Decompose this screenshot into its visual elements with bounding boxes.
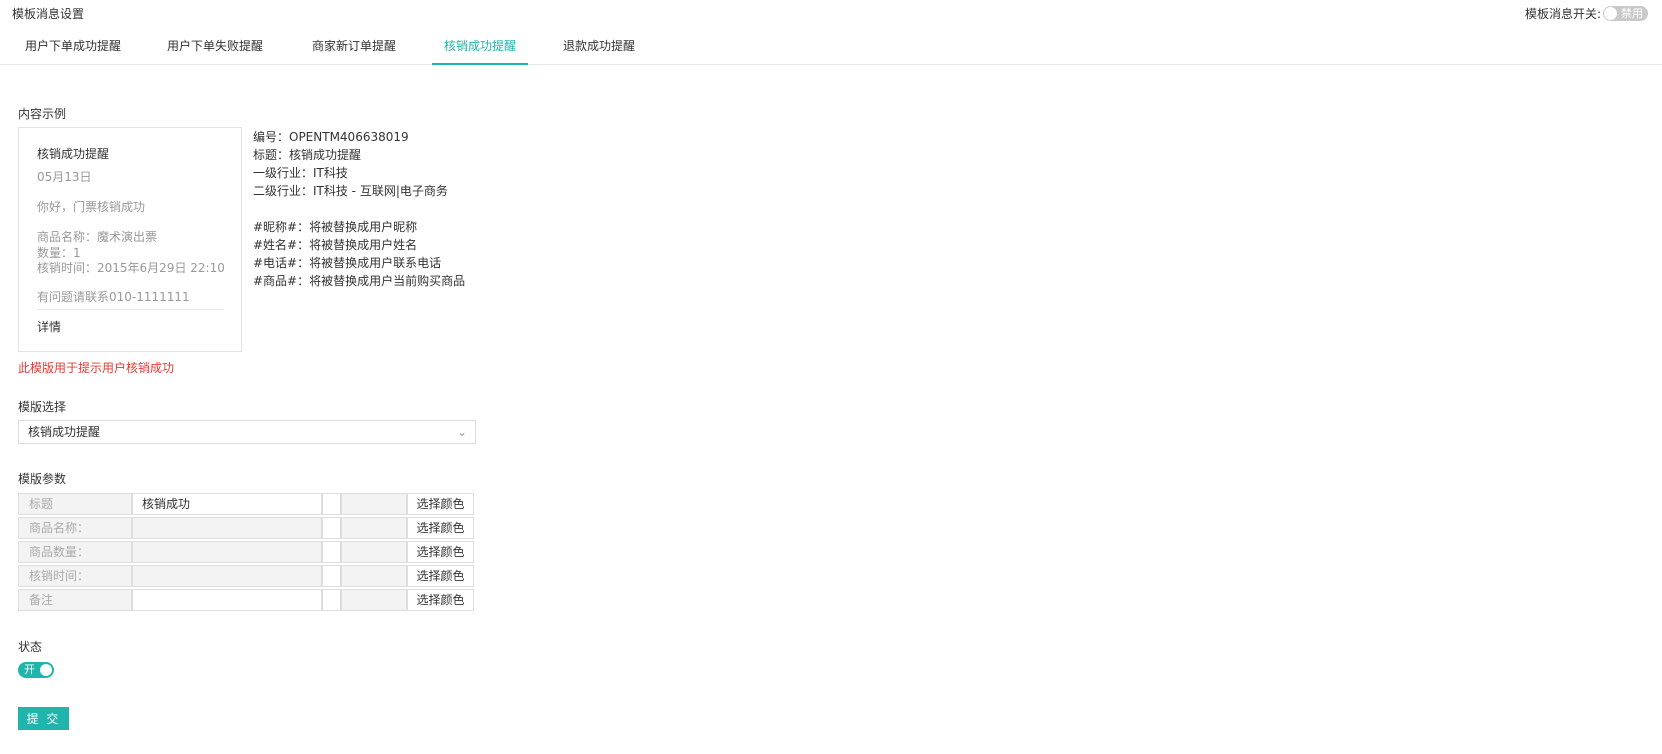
param-color-field [341,565,407,587]
param-color-field [341,517,407,539]
template-select-label: 模版选择 [18,400,67,414]
preview-greeting: 你好，门票核销成功 [37,200,146,214]
param-name: 商品名称： [18,517,132,539]
param-value-input [132,517,322,539]
content-example-label: 内容示例 [18,107,67,121]
param-color-swatch [322,565,341,587]
param-name: 备注 [18,589,132,611]
template-warning: 此模版用于提示用户核销成功 [18,361,175,375]
info-var-phone: #电话#：将被替换成用户联系电话 [253,256,442,270]
preview-time: 核销时间：2015年6月29日 22:10 [37,261,225,275]
submit-button[interactable]: 提 交 [18,707,69,730]
preview-contact: 有问题请联系010-1111111 [37,290,190,304]
param-name: 核销时间： [18,565,132,587]
tab-order-success[interactable]: 用户下单成功提醒 [25,37,121,54]
preview-card: 核销成功提醒 05月13日 你好，门票核销成功 商品名称：魔术演出票 数量：1 … [18,127,242,352]
toggle-knob [1604,7,1617,20]
status-label: 状态 [18,640,43,654]
preview-title: 核销成功提醒 [37,147,110,161]
params-label: 模版参数 [18,472,67,486]
param-color-field [341,589,407,611]
param-color-field [341,541,407,563]
info-industry-1: 一级行业：IT科技 [253,166,348,180]
param-value-input[interactable]: 核销成功 [132,493,322,515]
tab-order-failed[interactable]: 用户下单失败提醒 [167,37,263,54]
param-color-swatch [322,493,341,515]
template-select-value: 核销成功提醒 [28,425,101,439]
info-var-name: #姓名#：将被替换成用户姓名 [253,238,418,252]
preview-date: 05月13日 [37,170,92,184]
param-color-swatch [322,541,341,563]
info-number: 编号：OPENTM406638019 [253,130,409,144]
select-color-button[interactable]: 选择颜色 [407,517,474,539]
master-switch: 模板消息开关: 禁用 [1525,5,1648,22]
info-industry-2: 二级行业：IT科技 - 互联网|电子商务 [253,184,448,198]
status-toggle[interactable]: 开 [18,662,54,678]
toggle-knob [40,664,52,676]
param-row-remark: 备注 选择颜色 [18,589,476,611]
param-row-verify-time: 核销时间： 选择颜色 [18,565,476,587]
preview-detail-link[interactable]: 详情 [37,318,61,335]
status-toggle-text: 开 [24,663,35,676]
master-switch-label: 模板消息开关: [1524,7,1601,21]
template-select[interactable]: 核销成功提醒 ⌄ [18,420,476,444]
param-row-title: 标题 核销成功 选择颜色 [18,493,476,515]
param-color-swatch [322,517,341,539]
tab-merchant-new-order[interactable]: 商家新订单提醒 [312,37,396,54]
param-color-field [341,493,407,515]
param-name: 商品数量： [18,541,132,563]
info-var-nickname: #昵称#：将被替换成用户昵称 [253,220,418,234]
info-title: 标题：核销成功提醒 [253,148,362,162]
preview-product: 商品名称：魔术演出票 [37,230,158,244]
select-color-button[interactable]: 选择颜色 [407,565,474,587]
tab-verify-success[interactable]: 核销成功提醒 [444,37,516,54]
param-color-swatch [322,589,341,611]
master-switch-toggle[interactable]: 禁用 [1603,6,1648,21]
info-var-product: #商品#：将被替换成用户当前购买商品 [253,274,466,288]
param-row-product-quantity: 商品数量： 选择颜色 [18,541,476,563]
param-row-product-name: 商品名称： 选择颜色 [18,517,476,539]
param-value-input[interactable] [132,589,322,611]
param-value-input [132,565,322,587]
master-switch-state: 禁用 [1621,7,1643,20]
param-name: 标题 [18,493,132,515]
preview-divider [37,309,224,310]
tab-refund-success[interactable]: 退款成功提醒 [563,37,635,54]
chevron-down-icon: ⌄ [456,425,467,439]
tab-bar: 用户下单成功提醒 用户下单失败提醒 商家新订单提醒 核销成功提醒 退款成功提醒 [0,30,1662,65]
select-color-button[interactable]: 选择颜色 [407,541,474,563]
select-color-button[interactable]: 选择颜色 [407,493,474,515]
select-color-button[interactable]: 选择颜色 [407,589,474,611]
page-title: 模板消息设置 [12,7,85,21]
param-value-input [132,541,322,563]
active-tab-underline [432,63,528,65]
